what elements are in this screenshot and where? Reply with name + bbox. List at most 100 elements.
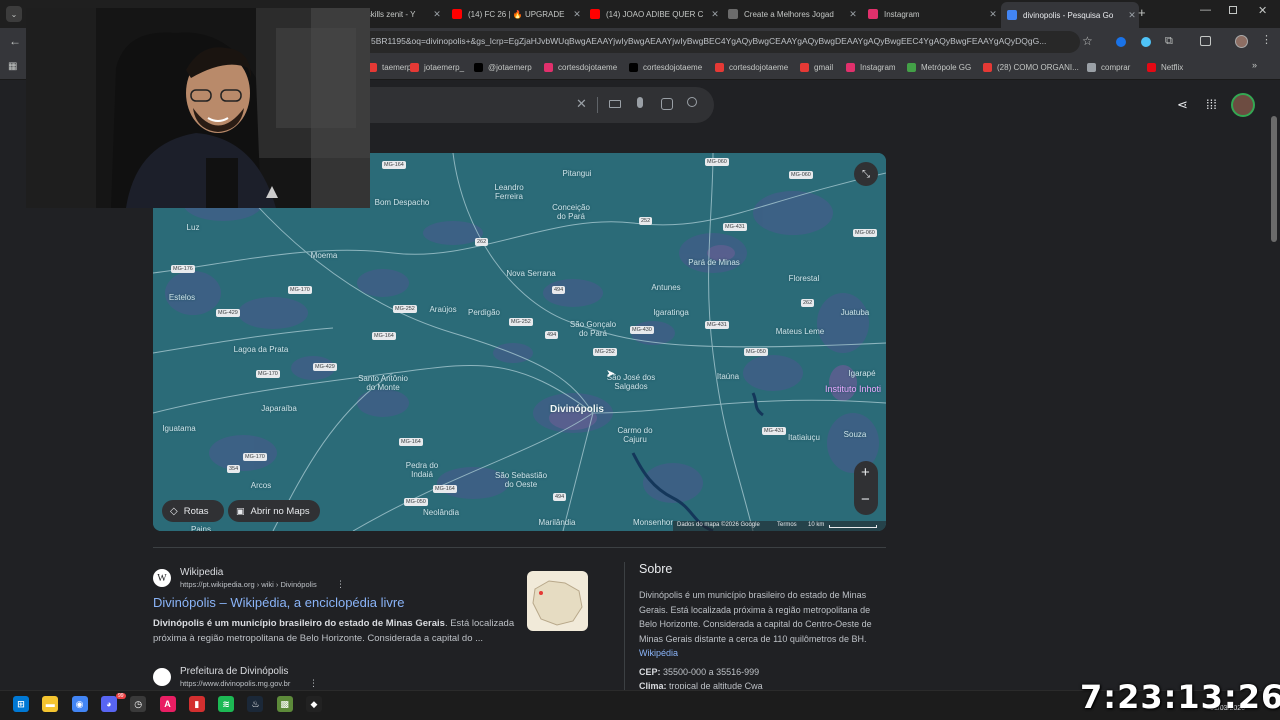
sidebar-icon[interactable]	[1200, 36, 1211, 46]
map-place-label[interactable]: Bom Despacho	[375, 198, 430, 207]
browser-tab[interactable]: divinopolis - Pesquisa Go ✕	[1001, 2, 1139, 28]
bookmark-star-icon[interactable]: ☆	[1082, 34, 1093, 48]
map-place-label[interactable]: Pitangui	[563, 169, 592, 178]
map-place-label[interactable]: Luz	[187, 223, 200, 232]
microphone-icon[interactable]	[637, 97, 643, 108]
close-tab-icon[interactable]: ✕	[986, 9, 1000, 20]
app-a-icon[interactable]: A	[159, 696, 176, 712]
browser-tab[interactable]: (14) FC 26 | 🔥 UPGRADE ✕	[446, 4, 584, 24]
close-tab-icon[interactable]: ✕	[708, 9, 722, 20]
share-icon[interactable]: ⋖	[1177, 97, 1188, 113]
result2-url[interactable]: https://www.divinopolis.mg.gov.br	[180, 679, 290, 688]
result2-source[interactable]: Prefeitura de Divinópolis	[180, 666, 288, 677]
lens-icon[interactable]	[661, 98, 673, 110]
result2-menu-icon[interactable]: ⋮	[309, 678, 318, 689]
map-place-label[interactable]: Neolândia	[423, 508, 459, 517]
close-tab-icon[interactable]: ✕	[430, 9, 444, 20]
restore-icon[interactable]	[1229, 6, 1237, 14]
bookmark-item[interactable]: gmail	[800, 61, 833, 73]
map-place-label[interactable]: Marilândia	[539, 518, 576, 527]
tab-search-button[interactable]: ⌄	[6, 6, 22, 22]
account-avatar[interactable]	[1231, 93, 1255, 117]
bookmark-item[interactable]: Metrópole GG	[907, 61, 971, 73]
map-place-label[interactable]: Perdigão	[468, 308, 500, 317]
routes-button[interactable]: ◇ Rotas	[162, 500, 224, 522]
page-scrollbar[interactable]	[1271, 116, 1277, 242]
map-place-label[interactable]: Mateus Leme	[776, 327, 824, 336]
new-tab-button[interactable]: +	[1138, 5, 1146, 20]
map-place-label[interactable]: Conceição do Pará	[552, 203, 590, 221]
map-place-label[interactable]: Antunes	[651, 283, 680, 292]
map-place-label[interactable]: Estelos	[169, 293, 195, 302]
map-place-label[interactable]: Arcos	[251, 481, 271, 490]
zoom-out-button[interactable]: −	[861, 491, 870, 508]
map-place-label[interactable]: Pains	[191, 525, 211, 531]
map-place-label[interactable]: Florestal	[789, 274, 820, 283]
more-bookmarks-icon[interactable]: »	[1252, 60, 1257, 70]
clock-app-icon[interactable]: ◷	[130, 696, 147, 712]
bookmark-item[interactable]: taemerp	[368, 61, 411, 73]
file-explorer-icon[interactable]: ▬	[42, 696, 59, 712]
search-icon[interactable]	[687, 97, 697, 107]
search-box[interactable]: ✕	[370, 87, 714, 123]
keyboard-icon[interactable]	[609, 100, 621, 108]
result-menu-icon[interactable]: ⋮	[336, 579, 345, 590]
map-terms-link[interactable]: Termos	[777, 522, 797, 528]
bookmark-item[interactable]: cortesdojotaeme	[544, 61, 617, 73]
close-window-icon[interactable]: ✕	[1258, 4, 1267, 17]
map-place-label[interactable]: Araújos	[429, 305, 456, 314]
map-place-label[interactable]: São Gonçalo do Pará	[570, 320, 616, 338]
result-title-link[interactable]: Divinópolis – Wikipédia, a enciclopédia …	[153, 595, 404, 610]
map-place-label[interactable]: Instituto Inhoti	[825, 385, 881, 394]
map-place-label[interactable]: Juatuba	[841, 308, 869, 317]
map-place-label[interactable]: São Sebastião do Oeste	[495, 471, 547, 489]
result-thumbnail-map[interactable]	[527, 571, 588, 631]
bookmark-item[interactable]: cortesdojotaeme	[629, 61, 702, 73]
zoom-in-button[interactable]: +	[861, 464, 870, 481]
map-place-label[interactable]: Japaraíba	[261, 404, 297, 413]
url-text[interactable]: 5BR1195&oq=divinopolis+&gs_lcrp=EgZjaHJv…	[371, 36, 1071, 46]
exit-fullscreen-button[interactable]: ⤡	[854, 162, 878, 186]
bookmark-item[interactable]: (28) COMO ORGANI...	[983, 61, 1079, 73]
bookmark-item[interactable]: jotaemerp_	[410, 61, 464, 73]
map-place-label[interactable]: Divinópolis	[550, 405, 604, 415]
bookmark-item[interactable]: cortesdojotaeme	[715, 61, 788, 73]
map-place-label[interactable]: Igaratinga	[653, 308, 689, 317]
map-place-label[interactable]: Pedra do Indaiá	[406, 461, 438, 479]
extension-bolt-icon[interactable]	[1141, 37, 1151, 47]
map-place-label[interactable]: Pará de Minas	[688, 258, 740, 267]
map-place-label[interactable]: Leandro Ferreira	[494, 183, 523, 201]
browser-tab[interactable]: Instagram ✕	[862, 4, 1000, 24]
bookmark-item[interactable]: comprar	[1087, 61, 1130, 73]
spotify-icon[interactable]: ≋	[218, 696, 235, 712]
bookmark-item[interactable]: Netflix	[1147, 61, 1183, 73]
map-place-label[interactable]: Iguatama	[162, 424, 195, 433]
minecraft-icon[interactable]: ▩	[276, 696, 293, 712]
open-in-maps-button[interactable]: ▣ Abrir no Maps	[228, 500, 320, 522]
browser-tab[interactable]: Create a Melhores Jogad ✕	[722, 4, 860, 24]
map-place-label[interactable]: Souza	[844, 430, 867, 439]
map-place-label[interactable]: Itatiaiuçu	[788, 433, 820, 442]
windows-start-icon[interactable]: ⊞	[13, 696, 29, 712]
extensions-puzzle-icon[interactable]: ⧉	[1165, 35, 1173, 48]
map-place-label[interactable]: Moema	[311, 251, 338, 260]
back-icon[interactable]: ←	[9, 34, 21, 48]
bookmark-item[interactable]: @jotaemerp	[474, 61, 532, 73]
map-place-label[interactable]: Itaúna	[717, 372, 739, 381]
close-tab-icon[interactable]: ✕	[846, 9, 860, 20]
result-source[interactable]: Wikipedia	[180, 567, 223, 578]
app-red-icon[interactable]: ▮	[188, 696, 205, 712]
close-tab-icon[interactable]: ✕	[570, 9, 584, 20]
map-place-label[interactable]: Santo Antônio do Monte	[358, 374, 408, 392]
clear-search-icon[interactable]: ✕	[576, 96, 587, 112]
menu-dots-icon[interactable]: ⋮	[1261, 33, 1272, 46]
apps-grid-icon[interactable]: ▦	[8, 61, 17, 72]
map-place-label[interactable]: Nova Serrana	[506, 269, 555, 278]
map-panel[interactable]: Pitangui Leandro Ferreira Bom Despacho Conc…	[153, 153, 886, 531]
close-tab-icon[interactable]: ✕	[1125, 10, 1139, 21]
map-place-label[interactable]: Carmo do Cajuru	[617, 426, 652, 444]
chrome-icon[interactable]: ◉	[71, 696, 88, 712]
about-wikipedia-link[interactable]: Wikipédia	[639, 648, 678, 658]
google-apps-icon[interactable]: ⁞⁞⁞	[1206, 97, 1217, 112]
app-dark-icon[interactable]: ◆	[306, 696, 322, 712]
